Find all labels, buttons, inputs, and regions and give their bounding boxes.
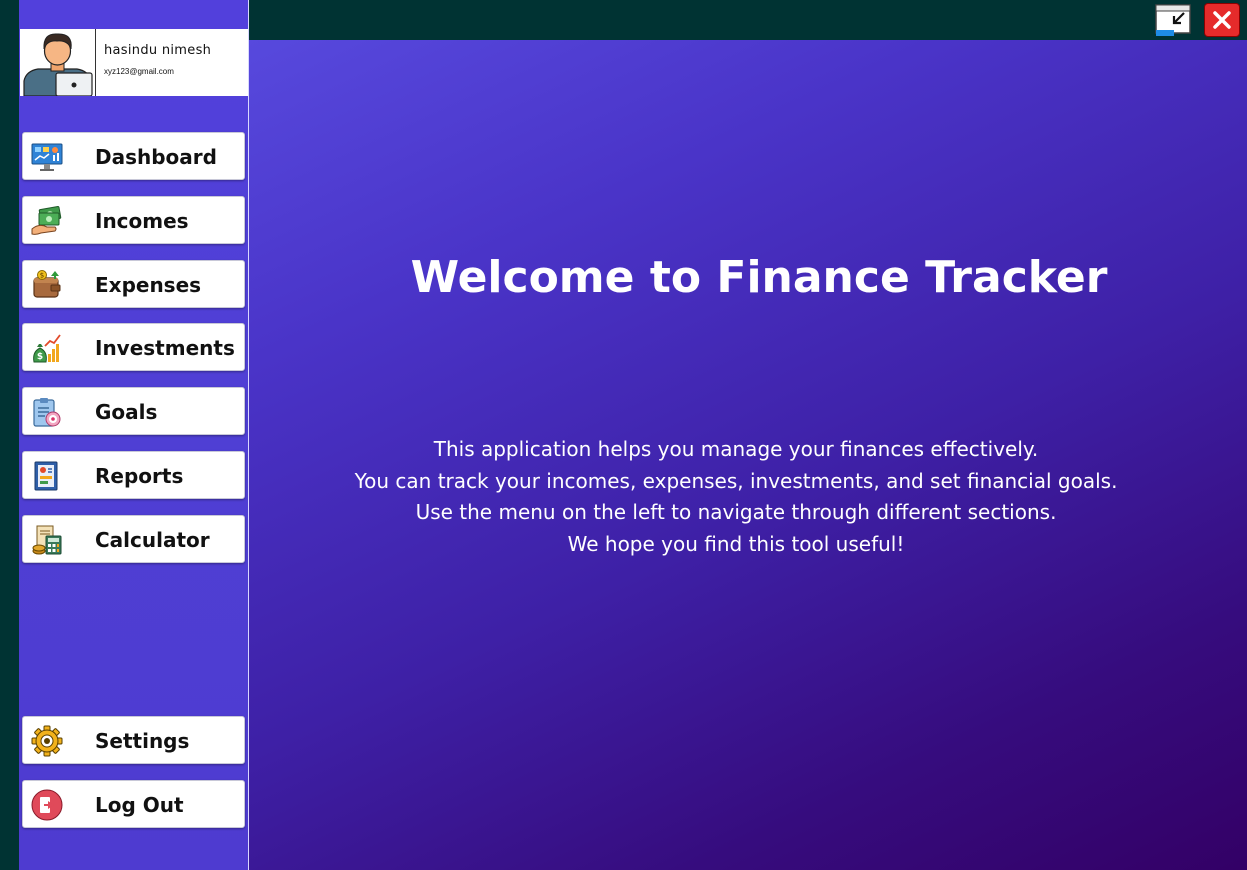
description-line: You can track your incomes, expenses, in… xyxy=(354,468,1118,493)
nav-label: Log Out xyxy=(95,793,184,817)
description-line: Use the menu on the left to navigate thr… xyxy=(415,500,1057,524)
nav-label: Incomes xyxy=(95,209,189,233)
nav-settings-button[interactable]: Settings xyxy=(22,716,245,764)
sidebar: hasindu nimesh xyz123@gmail.com Dashboar… xyxy=(19,0,249,870)
nav-expenses-button[interactable]: $ Expenses xyxy=(22,260,245,308)
nav-label: Expenses xyxy=(95,273,202,297)
user-profile-card: hasindu nimesh xyz123@gmail.com xyxy=(20,29,248,96)
income-icon xyxy=(31,206,62,235)
nav-label: Settings xyxy=(95,729,190,753)
avatar xyxy=(20,29,96,96)
nav-label: Reports xyxy=(95,464,184,488)
nav-label: Investments xyxy=(95,336,235,360)
description-line: We hope you find this tool useful! xyxy=(567,531,905,556)
close-icon xyxy=(1213,11,1231,29)
svg-text:$: $ xyxy=(40,272,44,280)
goals-clipboard-icon xyxy=(33,398,61,427)
dashboard-icon xyxy=(31,143,63,171)
page-title: Welcome to Finance Tracker xyxy=(410,252,1108,303)
title-bar xyxy=(248,0,1247,40)
nav-investments-button[interactable]: $ Investments xyxy=(22,323,245,371)
wallet-icon: $ xyxy=(33,270,61,298)
nav-label: Calculator xyxy=(95,528,210,552)
welcome-description: This application helps you manage your f… xyxy=(249,434,1223,560)
gear-icon xyxy=(31,725,63,757)
restore-window-button[interactable] xyxy=(1154,3,1194,37)
svg-text:$: $ xyxy=(37,352,43,362)
close-window-button[interactable] xyxy=(1204,3,1240,37)
nav-incomes-button[interactable]: Incomes xyxy=(22,196,245,244)
nav-logout-button[interactable]: Log Out xyxy=(22,780,245,828)
nav-goals-button[interactable]: Goals xyxy=(22,387,245,435)
nav-calculator-button[interactable]: Calculator xyxy=(22,515,245,563)
main-content: Welcome to Finance Tracker This applicat… xyxy=(249,40,1247,870)
calculator-icon xyxy=(32,525,62,555)
user-name: hasindu nimesh xyxy=(104,43,212,58)
window-left-edge xyxy=(0,0,19,870)
investment-icon: $ xyxy=(33,334,61,363)
nav-label: Dashboard xyxy=(95,145,217,169)
nav-reports-button[interactable]: Reports xyxy=(22,451,245,499)
user-avatar-icon xyxy=(20,29,95,96)
description-line: This application helps you manage your f… xyxy=(433,437,1039,461)
nav-dashboard-button[interactable]: Dashboard xyxy=(22,132,245,180)
user-email: xyz123@gmail.com xyxy=(104,67,174,76)
logout-icon xyxy=(31,789,63,821)
nav-label: Goals xyxy=(95,400,158,424)
report-icon xyxy=(34,461,58,491)
restore-window-icon xyxy=(1155,4,1191,36)
